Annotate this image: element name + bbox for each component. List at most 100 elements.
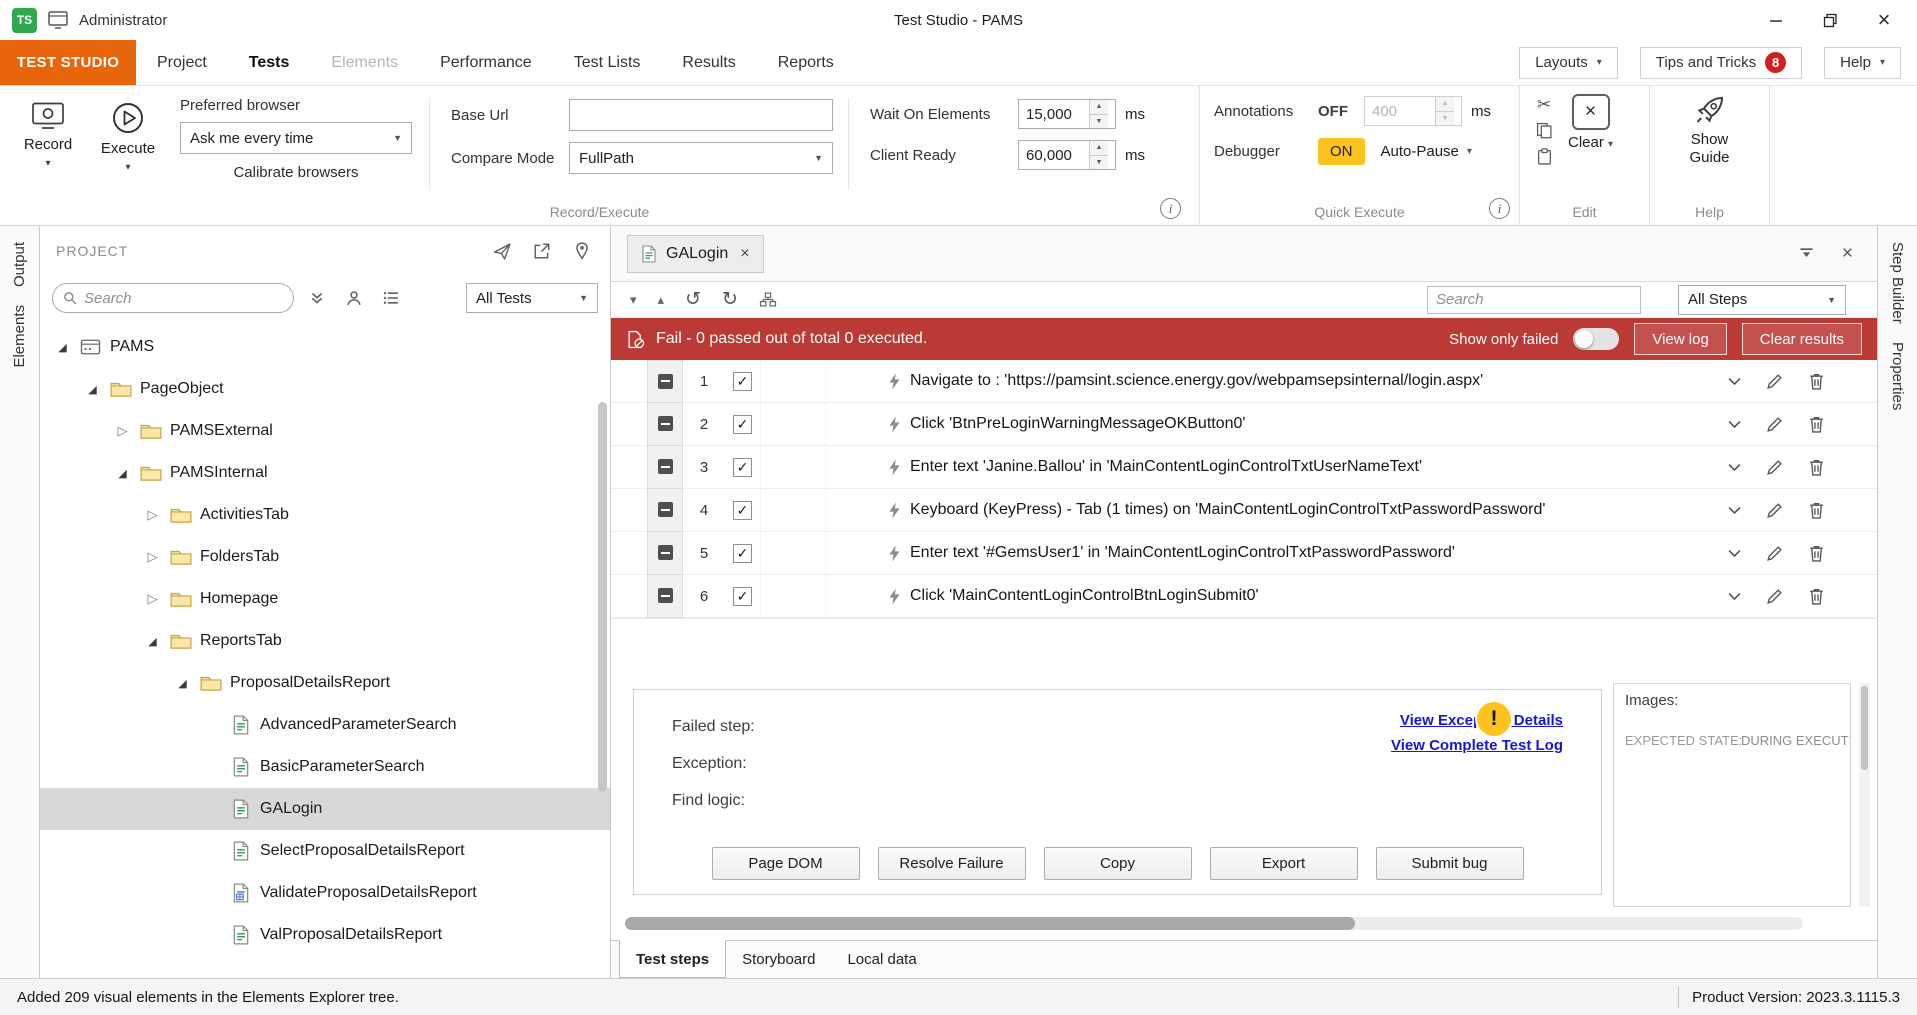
redo-icon[interactable]: ↻	[722, 290, 738, 309]
editor-view-tab[interactable]: Storyboard	[726, 941, 831, 978]
paste-icon[interactable]	[1536, 148, 1553, 165]
expand-toggle-icon[interactable]	[144, 549, 161, 565]
delete-step-icon[interactable]	[1808, 458, 1825, 477]
close-button[interactable]: ×	[1869, 6, 1899, 34]
tree-scrollbar[interactable]	[598, 384, 607, 962]
list-view-icon[interactable]	[377, 284, 405, 312]
expand-toggle-icon[interactable]	[144, 635, 161, 648]
test-step-row[interactable]: 2 Click 'BtnPreLoginWarningMessageOKButt…	[611, 403, 1877, 446]
document-tab-galogin[interactable]: GALogin ×	[627, 235, 764, 273]
auto-pause-button[interactable]: Auto-Pause▾	[1381, 143, 1472, 160]
step-enabled-checkbox[interactable]	[733, 415, 752, 434]
details-action-button[interactable]: Page DOM	[712, 847, 860, 880]
restore-button[interactable]	[1815, 6, 1845, 34]
right-rail-tab[interactable]: Step Builder	[1889, 242, 1906, 328]
left-rail-tab[interactable]: Output	[11, 242, 28, 291]
scrollbar-thumb[interactable]	[1861, 686, 1868, 770]
details-action-button[interactable]: Resolve Failure	[878, 847, 1026, 880]
record-execute-info-icon[interactable]: i	[1160, 198, 1181, 219]
expand-toggle-icon[interactable]	[84, 383, 101, 396]
close-tab-icon[interactable]: ×	[740, 246, 749, 262]
project-search-input[interactable]	[84, 290, 283, 307]
test-step-row[interactable]: 5 Enter text '#GemsUser1' in 'MainConten…	[611, 532, 1877, 575]
delete-step-icon[interactable]	[1808, 587, 1825, 606]
move-step-up-icon[interactable]: ▴	[658, 293, 665, 306]
base-url-input[interactable]	[569, 99, 833, 131]
test-step-row[interactable]: 4 Keyboard (KeyPress) - Tab (1 times) on…	[611, 489, 1877, 532]
tree-item[interactable]: BasicParameterSearch	[40, 746, 610, 788]
ribbon-tab[interactable]: Elements	[310, 40, 419, 85]
open-external-icon[interactable]	[530, 239, 554, 263]
step-options-chevron-icon[interactable]	[1728, 592, 1741, 601]
cut-icon[interactable]: ✂	[1537, 96, 1551, 113]
delete-step-icon[interactable]	[1808, 544, 1825, 563]
record-button[interactable]: Record ▾	[8, 96, 88, 192]
ribbon-tab[interactable]: Performance	[419, 40, 553, 85]
close-pane-icon[interactable]: ×	[1842, 244, 1853, 263]
client-ready-input[interactable]	[1019, 141, 1089, 169]
test-step-row[interactable]: 6 Click 'MainContentLoginControlBtnLogin…	[611, 575, 1877, 618]
tree-item[interactable]: Homepage	[40, 578, 610, 620]
test-step-row[interactable]: 1 Navigate to : 'https://pamsint.science…	[611, 360, 1877, 403]
scrollbar-thumb[interactable]	[598, 402, 607, 792]
ribbon-tab[interactable]: Test Lists	[553, 40, 662, 85]
view-log-button[interactable]: View log	[1634, 323, 1726, 355]
editor-view-tab[interactable]: Local data	[831, 941, 932, 978]
step-drag-handle[interactable]	[647, 575, 683, 618]
step-enabled-checkbox[interactable]	[733, 458, 752, 477]
step-enabled-checkbox[interactable]	[733, 372, 752, 391]
compare-mode-select[interactable]: FullPath▼	[569, 142, 833, 174]
collapse-all-icon[interactable]	[303, 284, 331, 312]
dock-menu-icon[interactable]	[1799, 248, 1814, 260]
execute-button[interactable]: Execute ▾	[88, 96, 168, 192]
show-guide-button[interactable]: Show Guide	[1650, 86, 1769, 167]
move-step-down-icon[interactable]: ▾	[630, 293, 637, 306]
clear-results-button[interactable]: Clear results	[1742, 323, 1862, 355]
details-action-button[interactable]: Copy	[1044, 847, 1192, 880]
details-action-button[interactable]: Export	[1210, 847, 1358, 880]
tree-item[interactable]: AdvancedParameterSearch	[40, 704, 610, 746]
expand-toggle-icon[interactable]	[144, 507, 161, 523]
ribbon-tab[interactable]: Tests	[228, 40, 311, 85]
step-drag-handle[interactable]	[647, 403, 683, 446]
right-rail-tab[interactable]: Properties	[1889, 342, 1906, 414]
decrement-icon[interactable]: ▼	[1090, 156, 1108, 170]
view-complete-test-log-link[interactable]: View Complete Test Log	[1391, 737, 1563, 754]
expand-toggle-icon[interactable]	[114, 467, 131, 480]
debugger-on-toggle[interactable]: ON	[1318, 138, 1365, 165]
copy-icon[interactable]	[1536, 122, 1553, 139]
show-only-failed-toggle[interactable]	[1573, 328, 1619, 350]
tree-item[interactable]: SelectProposalDetailsReport	[40, 830, 610, 872]
test-filter-select[interactable]: All Tests▼	[466, 283, 598, 313]
editor-view-tab[interactable]: Test steps	[619, 940, 726, 978]
tree-item[interactable]: ActivitiesTab	[40, 494, 610, 536]
step-hierarchy-icon[interactable]	[759, 292, 777, 307]
edit-step-icon[interactable]	[1765, 372, 1784, 391]
decrement-icon[interactable]: ▼	[1090, 115, 1108, 129]
step-drag-handle[interactable]	[647, 532, 683, 575]
tree-item[interactable]: ProposalDetailsReport	[40, 662, 610, 704]
edit-step-icon[interactable]	[1765, 501, 1784, 520]
clear-button[interactable]: × Clear ▾	[1568, 94, 1613, 165]
tree-item[interactable]: ReportsTab	[40, 620, 610, 662]
details-action-button[interactable]: Submit bug	[1376, 847, 1524, 880]
step-enabled-checkbox[interactable]	[733, 587, 752, 606]
tree-item[interactable]: PAMSInternal	[40, 452, 610, 494]
edit-step-icon[interactable]	[1765, 415, 1784, 434]
expand-toggle-icon[interactable]	[54, 341, 71, 354]
delete-step-icon[interactable]	[1808, 501, 1825, 520]
tree-item[interactable]: GALogin	[40, 788, 610, 830]
delete-step-icon[interactable]	[1808, 415, 1825, 434]
increment-icon[interactable]: ▲	[1090, 141, 1108, 156]
user-filter-icon[interactable]	[340, 284, 368, 312]
step-options-chevron-icon[interactable]	[1728, 377, 1741, 386]
left-rail-tab[interactable]: Elements	[11, 305, 28, 372]
pin-location-icon[interactable]	[570, 239, 594, 263]
increment-icon[interactable]: ▲	[1090, 100, 1108, 115]
tree-item[interactable]: ValProposalDetailsReport	[40, 914, 610, 956]
expand-toggle-icon[interactable]	[144, 591, 161, 607]
details-horizontal-scrollbar[interactable]	[625, 917, 1803, 930]
wait-on-elements-input[interactable]	[1019, 100, 1089, 128]
step-enabled-checkbox[interactable]	[733, 544, 752, 563]
steps-search-input[interactable]	[1436, 291, 1632, 308]
